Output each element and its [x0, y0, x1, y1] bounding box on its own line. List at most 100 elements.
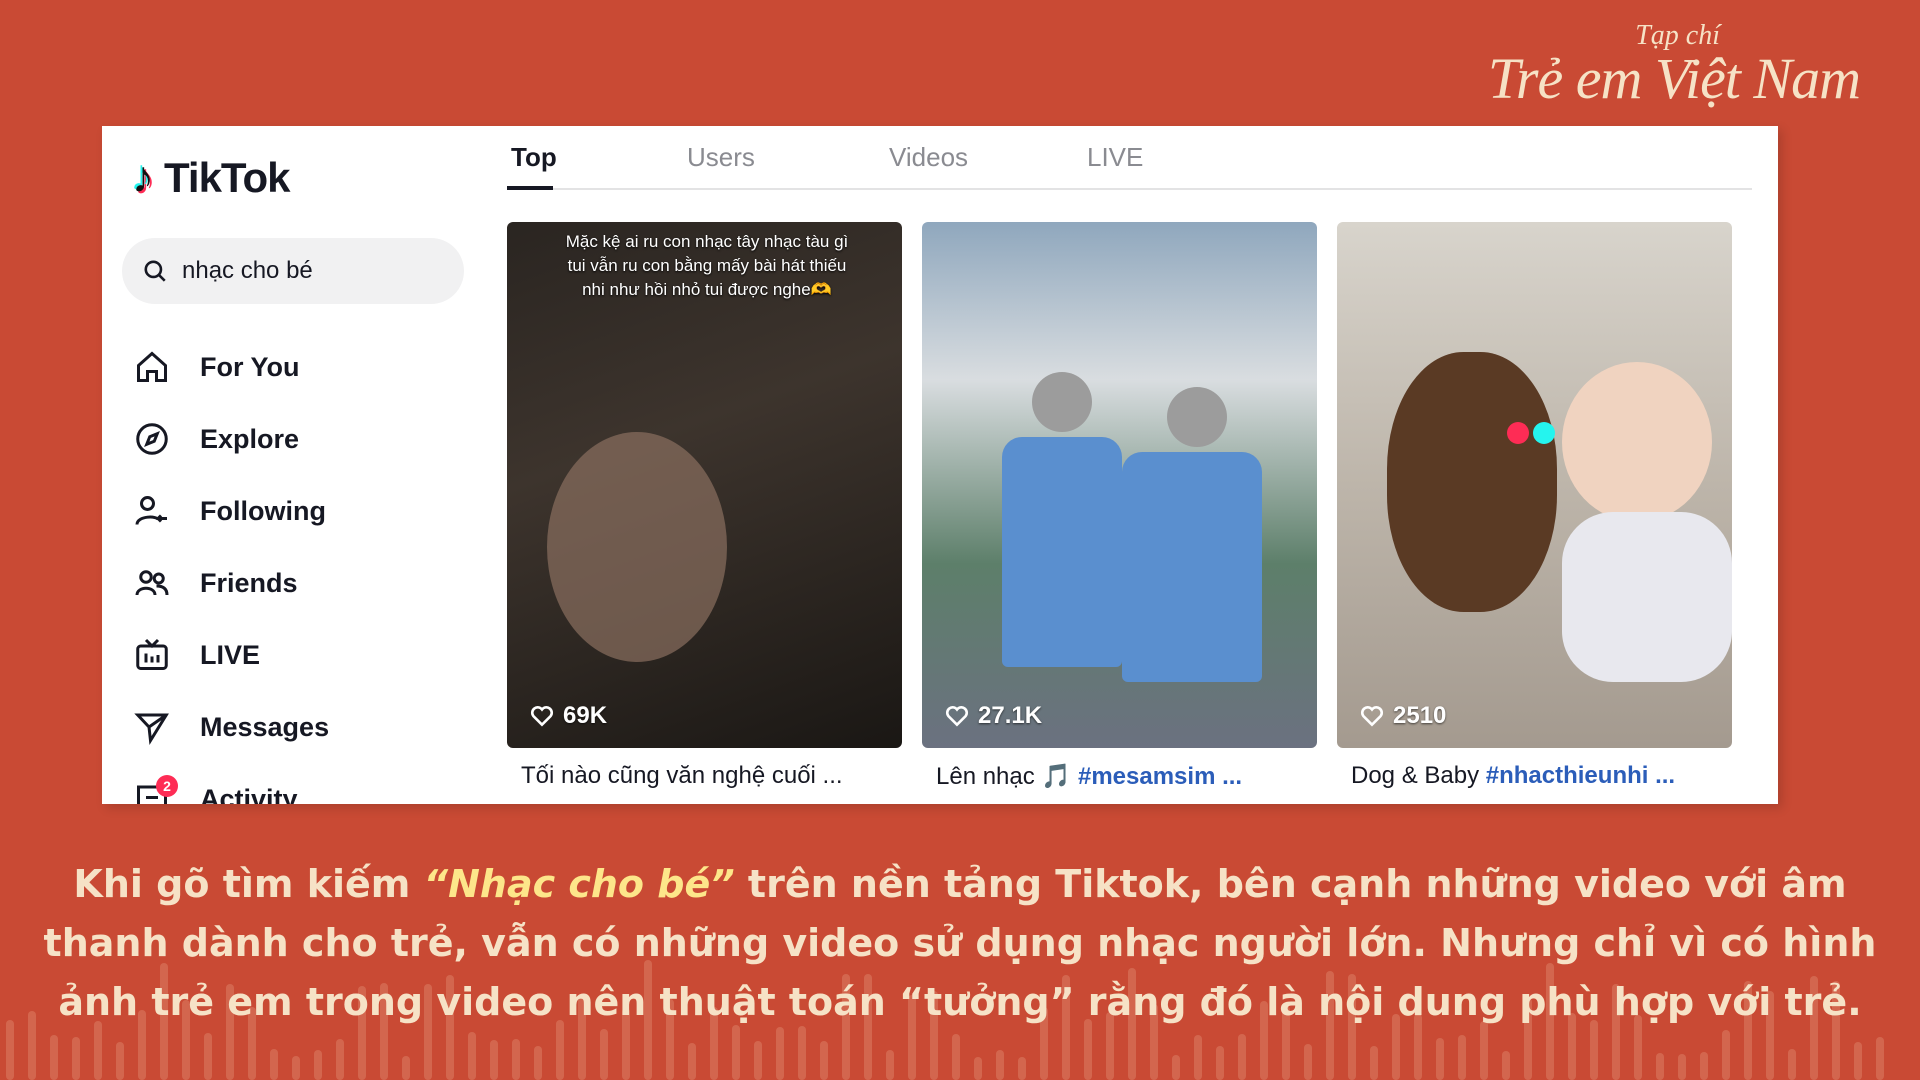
hashtag-link[interactable]: #mesamsim ...: [1078, 763, 1242, 790]
like-count: 2510: [1359, 702, 1446, 730]
waveform-bar: [72, 1037, 80, 1080]
video-card[interactable]: Mặc kệ ai ru con nhạc tây nhạc tàu gì tu…: [507, 222, 902, 791]
waveform-bar: [1304, 1044, 1312, 1080]
notification-badge: 2: [156, 775, 178, 797]
waveform-bar: [314, 1050, 322, 1080]
thumbnail-person: [547, 432, 727, 662]
heart-icon: [945, 706, 969, 727]
user-follow-icon: [132, 491, 172, 531]
sidebar-item-friends[interactable]: Friends: [132, 547, 329, 619]
home-icon: [132, 347, 172, 387]
tiktok-logo[interactable]: ♪ TikTok: [132, 153, 290, 202]
live-tv-icon: [132, 635, 172, 675]
masthead-title: Trẻ em Việt Nam: [1487, 46, 1861, 111]
waveform-bar: [798, 1026, 806, 1080]
tiktok-note-icon: ♪: [132, 153, 154, 202]
tab-videos[interactable]: Videos: [889, 142, 968, 173]
like-count-value: 2510: [1393, 702, 1447, 729]
waveform-bar: [270, 1048, 278, 1080]
heart-icon: [530, 706, 554, 727]
waveform-bar: [754, 1040, 762, 1080]
waveform-bar: [974, 1057, 982, 1080]
waveform-bar: [1656, 1052, 1664, 1080]
sidebar-item-label: Explore: [200, 423, 300, 454]
sidebar-item-label: LIVE: [200, 639, 261, 670]
tiktok-screenshot: ♪ TikTok nhạc cho bé For You Explore Fol…: [102, 126, 1778, 804]
sidebar-item-label: For You: [200, 351, 300, 382]
send-icon: [132, 707, 172, 747]
description-text: Tối nào cũng văn nghệ cuối ...: [521, 762, 843, 789]
inbox-icon: 2: [132, 775, 178, 804]
tab-top[interactable]: Top: [511, 142, 557, 173]
child-figure: [1002, 437, 1122, 667]
waveform-bar: [820, 1040, 828, 1080]
waveform-bar: [688, 1042, 696, 1080]
search-input[interactable]: nhạc cho bé: [122, 238, 464, 304]
heart-icon: [1360, 706, 1384, 727]
sidebar-item-activity[interactable]: 2 Activity: [132, 763, 329, 804]
blurred-face: [1032, 372, 1092, 432]
waveform-bar: [468, 1031, 476, 1080]
waveform-bar: [952, 1033, 960, 1080]
waveform-bar: [1458, 1034, 1466, 1080]
waveform-bar: [1722, 1030, 1730, 1080]
video-card[interactable]: 2510 Dog & Baby #nhacthieunhi ...: [1337, 222, 1732, 791]
compass-icon: [132, 419, 172, 459]
waveform-bar: [402, 1055, 410, 1080]
description-text: Lên nhạc 🎵: [936, 763, 1072, 790]
waveform-bar: [1172, 1054, 1180, 1080]
sidebar-item-messages[interactable]: Messages: [132, 691, 329, 763]
blurred-face: [1167, 387, 1227, 447]
waveform-bar: [1238, 1034, 1246, 1080]
waveform-bar: [600, 1028, 608, 1080]
puppy-figure: [1387, 352, 1557, 612]
waveform-bar: [886, 1050, 894, 1080]
sidebar-item-explore[interactable]: Explore: [132, 403, 329, 475]
like-count-value: 27.1K: [978, 702, 1043, 729]
video-description[interactable]: Lên nhạc 🎵 #mesamsim ...: [922, 762, 1317, 791]
active-tab-indicator: [507, 186, 553, 190]
sidebar-item-live[interactable]: LIVE: [132, 619, 329, 691]
video-description[interactable]: Dog & Baby #nhacthieunhi ...: [1337, 762, 1732, 790]
video-thumbnail[interactable]: 27.1K: [922, 222, 1317, 748]
video-thumbnail[interactable]: 2510: [1337, 222, 1732, 748]
waveform-bar: [732, 1025, 740, 1080]
waveform-bar: [6, 1020, 14, 1080]
tab-live[interactable]: LIVE: [1087, 142, 1143, 173]
waveform-bar: [490, 1040, 498, 1080]
waveform-bar: [116, 1041, 124, 1080]
tab-users[interactable]: Users: [687, 142, 755, 173]
waveform-bar: [534, 1045, 542, 1080]
waveform-bar: [1502, 1051, 1510, 1080]
search-value: nhạc cho bé: [182, 257, 313, 284]
waveform-bar: [204, 1033, 212, 1080]
sidebar-nav: For You Explore Following Friends LIVE M…: [132, 331, 329, 804]
waveform-bar: [1216, 1046, 1224, 1080]
waveform-bar: [1876, 1037, 1884, 1080]
like-count: 27.1K: [944, 702, 1042, 730]
article-caption: Khi gõ tìm kiếm “Nhạc cho bé” trên nền t…: [20, 855, 1900, 1032]
search-icon: [144, 260, 166, 282]
video-thumbnail[interactable]: Mặc kệ ai ru con nhạc tây nhạc tàu gì tu…: [507, 222, 902, 748]
sidebar-item-label: Following: [200, 495, 326, 526]
baby-figure: [1562, 512, 1732, 682]
sidebar-item-following[interactable]: Following: [132, 475, 329, 547]
video-description[interactable]: Tối nào cũng văn nghệ cuối ...: [507, 762, 902, 790]
waveform-bar: [996, 1050, 1004, 1080]
waveform-bar: [1194, 1035, 1202, 1080]
caption-highlight: “Nhạc cho bé”: [423, 862, 735, 906]
waveform-bar: [1018, 1057, 1026, 1080]
waveform-bar: [776, 1026, 784, 1080]
caption-before: Khi gõ tìm kiếm: [73, 862, 424, 906]
video-results: Mặc kệ ai ru con nhạc tây nhạc tàu gì tu…: [507, 222, 1732, 791]
video-card[interactable]: 27.1K Lên nhạc 🎵 #mesamsim ...: [922, 222, 1317, 791]
waveform-bar: [512, 1039, 520, 1080]
waveform-bar: [1854, 1042, 1862, 1080]
sidebar-item-label: Messages: [200, 711, 330, 742]
thumbnail-overlay-text: Mặc kệ ai ru con nhạc tây nhạc tàu gì tu…: [565, 232, 849, 299]
sidebar: ♪ TikTok nhạc cho bé For You Explore Fol…: [102, 126, 492, 804]
hashtag-link[interactable]: #nhacthieunhi ...: [1486, 762, 1675, 789]
sidebar-item-for-you[interactable]: For You: [132, 331, 329, 403]
friends-icon: [132, 563, 172, 603]
waveform-bar: [1788, 1048, 1796, 1080]
